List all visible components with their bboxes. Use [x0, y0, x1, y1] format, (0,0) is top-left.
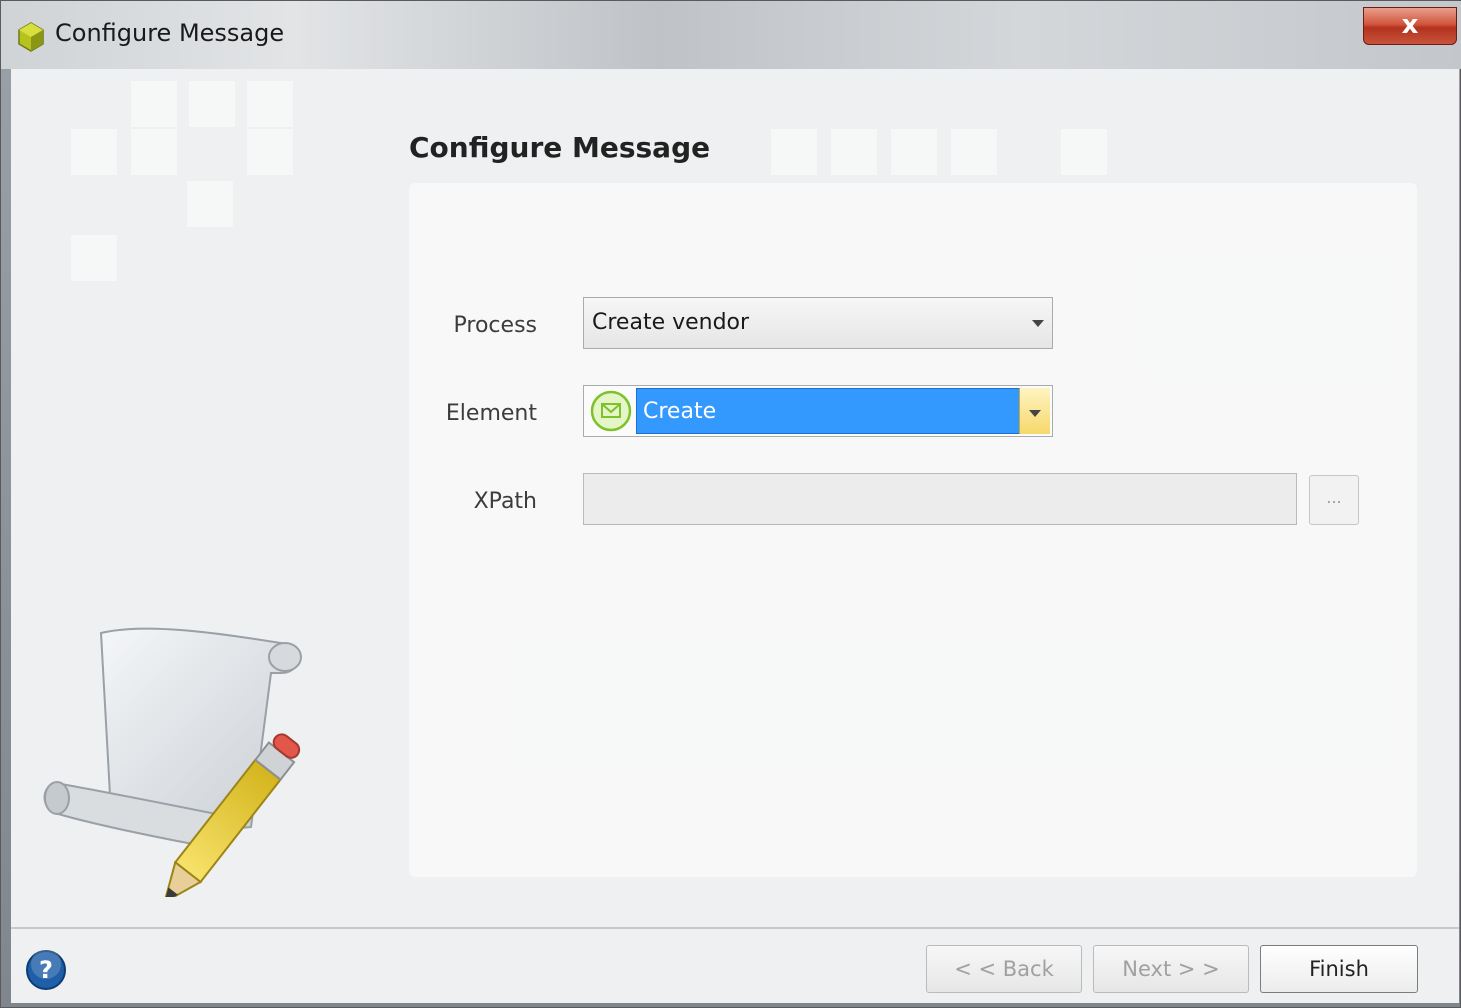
- xpath-browse-button[interactable]: ...: [1309, 475, 1359, 525]
- process-value: Create vendor: [592, 310, 750, 335]
- svg-text:?: ?: [39, 956, 53, 984]
- form-panel: Process Create vendor Element Create XPa…: [409, 183, 1417, 877]
- element-value: Create: [643, 399, 717, 424]
- back-button[interactable]: < < Back: [926, 945, 1082, 993]
- footer-divider: [11, 927, 1459, 929]
- dialog-window: Configure Message x Configure Message Pr…: [0, 0, 1461, 1008]
- app-icon: [18, 22, 44, 52]
- close-button[interactable]: x: [1363, 7, 1457, 45]
- close-icon: x: [1401, 10, 1419, 40]
- dialog-body: Configure Message Process Create vendor …: [11, 69, 1459, 1003]
- title-bar[interactable]: Configure Message x: [1, 1, 1461, 69]
- element-label: Element: [445, 401, 537, 426]
- window-title: Configure Message: [55, 19, 285, 47]
- envelope-icon: [590, 390, 632, 432]
- chevron-down-icon: [1029, 410, 1041, 417]
- help-icon[interactable]: ?: [25, 949, 67, 991]
- element-dropdown-button[interactable]: [1019, 388, 1050, 434]
- process-label: Process: [453, 313, 537, 338]
- element-selection: Create: [636, 388, 1020, 434]
- xpath-label: XPath: [473, 489, 537, 514]
- finish-button[interactable]: Finish: [1260, 945, 1418, 993]
- xpath-input[interactable]: [583, 473, 1297, 525]
- next-button[interactable]: Next > >: [1093, 945, 1249, 993]
- scroll-pencil-icon: [43, 627, 302, 897]
- element-dropdown[interactable]: Create: [583, 385, 1053, 437]
- chevron-down-icon: [1032, 320, 1044, 327]
- process-dropdown[interactable]: Create vendor: [583, 297, 1053, 349]
- page-title: Configure Message: [409, 131, 711, 164]
